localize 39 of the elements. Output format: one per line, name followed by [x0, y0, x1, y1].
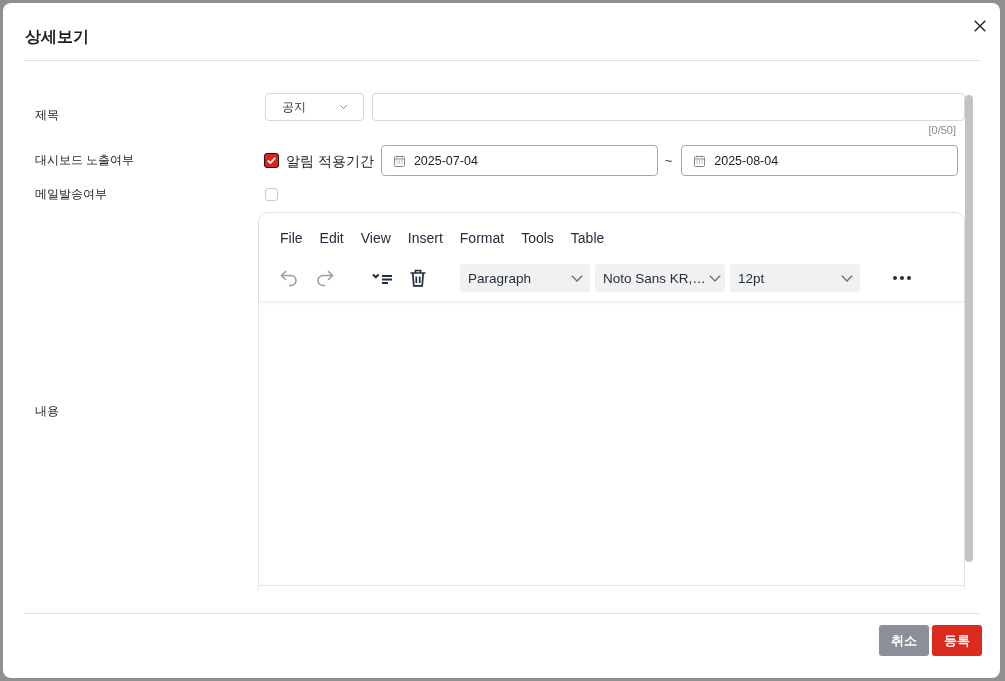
- close-button[interactable]: [974, 20, 986, 32]
- undo-icon: [280, 269, 298, 287]
- field-label: 내용: [35, 403, 59, 419]
- trash-icon: [410, 269, 426, 287]
- menu-item[interactable]: Insert: [399, 228, 451, 248]
- menu-item[interactable]: View: [352, 228, 399, 248]
- checkbox-label: 알림 적용기간: [286, 151, 374, 170]
- check-icon: [267, 157, 276, 164]
- toolbar-select[interactable]: 12pt: [730, 264, 860, 292]
- date-input[interactable]: 2025-08-04: [681, 145, 958, 176]
- scrollbar[interactable]: [965, 95, 973, 562]
- menu-item[interactable]: Tools: [513, 228, 562, 248]
- menu-item[interactable]: Edit: [311, 228, 352, 248]
- chevron-down-icon: [841, 274, 853, 282]
- char-counter: [0/50]: [928, 124, 956, 137]
- field-label: 메일발송여부: [35, 187, 107, 202]
- menu-item[interactable]: Table: [562, 228, 613, 248]
- field-label: 제목: [35, 107, 59, 123]
- close-icon: [974, 20, 986, 32]
- category-select[interactable]: 공지: [265, 93, 364, 121]
- date-input[interactable]: 2025-07-04: [380, 145, 658, 176]
- calendar-icon: [694, 154, 706, 167]
- more-icon: [893, 276, 911, 280]
- dialog-title: 상세보기: [25, 27, 89, 47]
- field-label: 대시보드 노출여부: [35, 153, 135, 168]
- range-separator: ~: [664, 153, 673, 168]
- chevron-down-icon: [571, 274, 583, 282]
- title-input[interactable]: [372, 93, 965, 121]
- toolbar-select[interactable]: Noto Sans KR,…: [595, 264, 725, 292]
- register-button[interactable]: 등록: [932, 625, 982, 656]
- toolbar-select[interactable]: Paragraph: [460, 264, 590, 292]
- chevron-lines-icon: [372, 272, 392, 284]
- menu-item[interactable]: File: [272, 228, 311, 248]
- chevron-down-icon: [340, 105, 347, 109]
- checkbox[interactable]: [264, 153, 279, 168]
- calendar-icon: [393, 154, 405, 167]
- menu-item[interactable]: Format: [451, 228, 513, 248]
- redo-icon: [316, 269, 334, 287]
- chevron-down-icon: [708, 274, 721, 282]
